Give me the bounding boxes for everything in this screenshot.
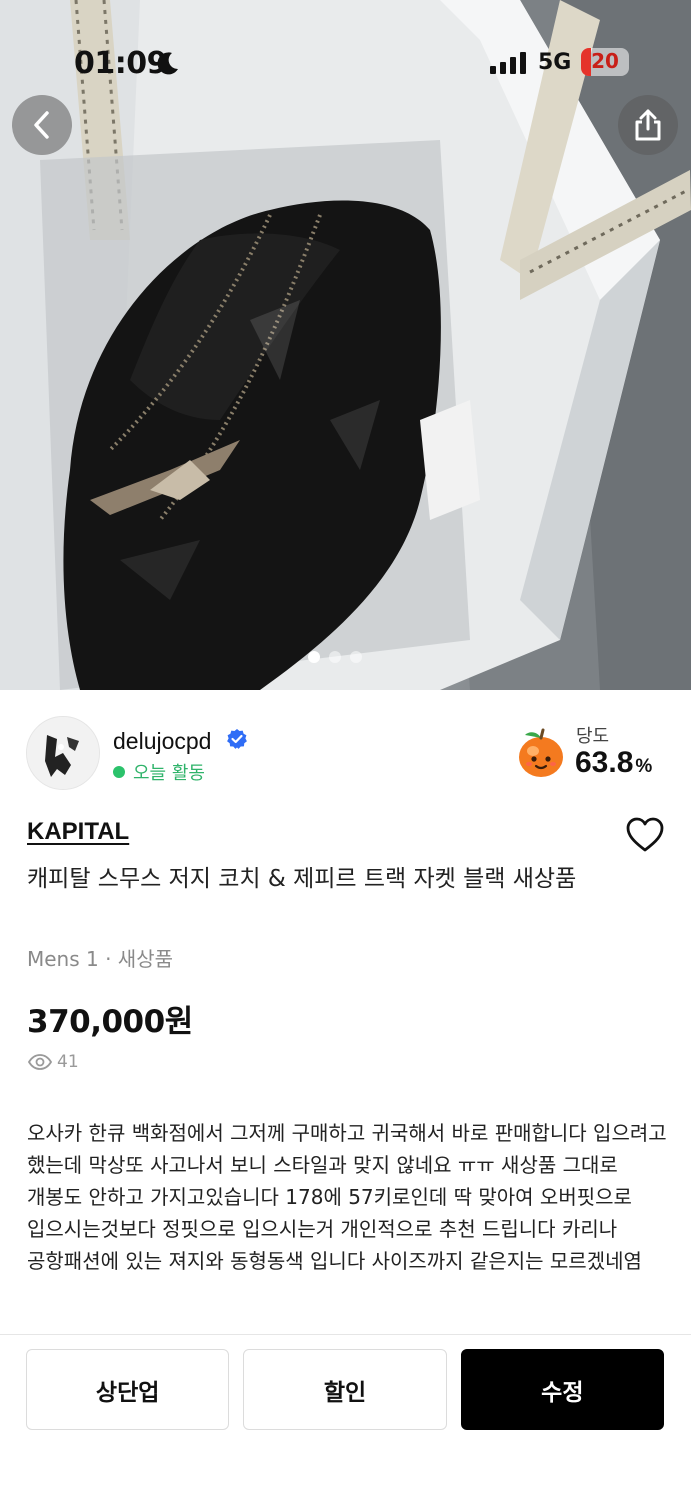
peach-icon	[519, 728, 563, 777]
share-button[interactable]	[618, 95, 678, 155]
verified-badge-icon	[227, 729, 247, 749]
back-button[interactable]	[12, 95, 72, 155]
edit-button[interactable]: 수정	[460, 1349, 664, 1430]
sweetness-score: 63.8%	[575, 746, 652, 780]
bump-button[interactable]: 상단업	[26, 1349, 230, 1430]
chevron-left-icon	[34, 111, 49, 139]
page-dot[interactable]	[350, 651, 362, 663]
activity-status: 오늘 활동	[113, 759, 205, 785]
product-title: 캐피탈 스무스 저지 코치 & 제피르 트랙 자켓 블랙 새상품	[27, 866, 577, 892]
online-dot-icon	[113, 766, 125, 778]
eye-icon	[27, 1054, 53, 1070]
product-photo[interactable]: 01:09 5G 20	[0, 0, 691, 690]
brand-link[interactable]: KAPITAL	[27, 818, 129, 846]
product-description: 오사카 한큐 백화점에서 그저께 구매하고 귀국해서 바로 판매합니다 입으려고…	[27, 1121, 667, 1273]
product-price: 370,000원	[27, 1004, 193, 1040]
discount-button[interactable]: 할인	[243, 1349, 447, 1430]
network-type: 5G	[538, 50, 572, 75]
seller-username[interactable]: delujocpd	[113, 728, 211, 755]
status-time: 01:09	[74, 46, 168, 81]
view-count-value: 41	[57, 1052, 79, 1072]
product-meta: Mens 1 · 새상품	[27, 947, 174, 971]
photo-pagination[interactable]	[308, 651, 362, 663]
cellular-signal-icon	[490, 52, 526, 74]
sweetness-label: 당도	[576, 726, 610, 747]
avatar[interactable]	[26, 716, 100, 790]
divider	[0, 1334, 691, 1335]
sweetness-unit: %	[635, 756, 653, 777]
sweetness-value: 63.8	[575, 746, 634, 779]
moon-icon	[157, 52, 178, 75]
seller-section[interactable]: delujocpd 오늘 활동 당도 63.8%	[0, 690, 691, 800]
heart-icon[interactable]	[625, 816, 665, 854]
activity-label: 오늘 활동	[133, 763, 205, 784]
battery-level: 20	[591, 49, 619, 73]
battery-icon: 20	[581, 48, 629, 76]
view-count: 41	[27, 1052, 79, 1072]
share-icon	[635, 109, 661, 141]
product-image	[0, 0, 691, 690]
page-dot[interactable]	[308, 651, 320, 663]
action-bar: 상단업 할인 수정	[26, 1349, 664, 1430]
status-bar: 01:09 5G 20	[0, 0, 691, 100]
page-dot[interactable]	[329, 651, 341, 663]
avatar-image	[27, 717, 99, 789]
